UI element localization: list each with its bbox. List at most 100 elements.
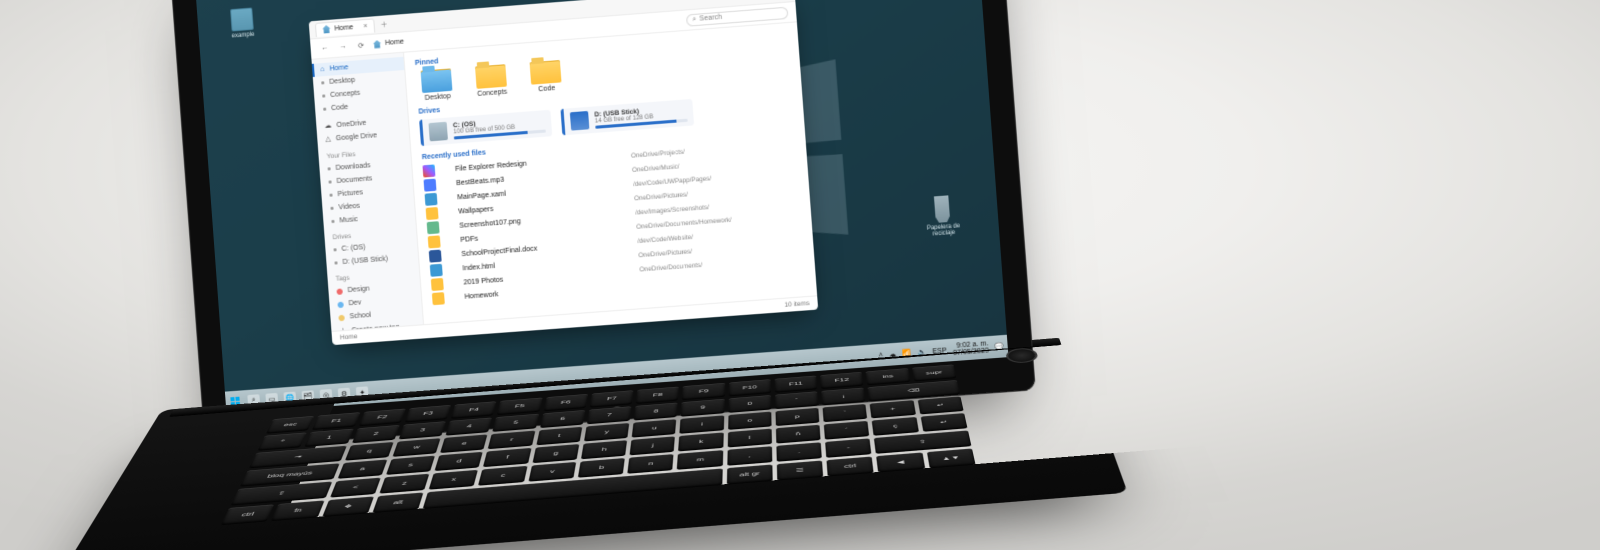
nav-back[interactable]: ← — [318, 42, 331, 55]
sidebar-item-home[interactable]: ⌂ Home — [312, 57, 405, 77]
key[interactable]: i — [680, 415, 724, 433]
key[interactable]: o — [728, 412, 772, 430]
key[interactable]: l — [727, 429, 771, 448]
key[interactable]: ç — [872, 417, 918, 436]
key[interactable]: alt gr — [726, 464, 772, 484]
tab-home[interactable]: Home × — [315, 18, 375, 37]
pinned-code[interactable]: Code — [524, 60, 567, 95]
key[interactable]: , — [727, 446, 772, 466]
sidebar-item-onedrive[interactable]: ☁ OneDrive — [316, 114, 409, 134]
breadcrumb[interactable]: Home — [373, 38, 404, 48]
key[interactable]: F7 — [590, 390, 634, 407]
key[interactable]: g — [532, 444, 579, 463]
key[interactable]: m — [677, 450, 723, 470]
power-button[interactable] — [1007, 348, 1038, 362]
recent-file-name[interactable]: Index.html — [462, 253, 626, 272]
key[interactable]: u — [632, 419, 677, 437]
key[interactable]: 2 — [351, 425, 399, 443]
key[interactable]: d — [435, 452, 484, 471]
new-tab-button[interactable]: ＋ — [380, 19, 388, 30]
recent-file-name[interactable]: SchoolProjectFinal.docx — [461, 238, 625, 257]
key[interactable]: ins — [866, 368, 910, 385]
key[interactable]: 9 — [681, 399, 724, 417]
recycle-bin[interactable]: Papelera de reciclaje — [917, 194, 969, 238]
key[interactable]: v — [528, 462, 576, 482]
key[interactable]: q — [344, 442, 393, 461]
key[interactable]: f — [483, 448, 531, 467]
key[interactable]: ↵ — [917, 396, 963, 414]
key[interactable]: ☰ — [777, 460, 824, 480]
key[interactable]: b — [578, 458, 625, 478]
key[interactable]: e — [440, 434, 488, 453]
key[interactable]: + — [870, 400, 916, 418]
key[interactable]: 8 — [634, 403, 678, 421]
key[interactable]: ñ — [776, 425, 821, 444]
key[interactable]: ` — [823, 404, 868, 422]
key[interactable]: F9 — [682, 383, 725, 400]
pinned-desktop[interactable]: Desktop — [416, 68, 459, 103]
sidebar-tag-design[interactable]: Design — [328, 279, 421, 299]
key[interactable]: k — [679, 432, 724, 451]
key[interactable]: F3 — [405, 405, 452, 423]
drive-d[interactable]: D: (USB Stick) 14 GB free of 128 GB — [560, 99, 694, 135]
key[interactable]: ↵ — [920, 413, 967, 432]
sidebar-item-code[interactable]: Code — [315, 97, 408, 117]
key[interactable]: < — [330, 478, 381, 498]
key[interactable]: h — [581, 440, 627, 459]
key[interactable]: supr — [912, 364, 957, 381]
recent-file-name[interactable]: MainPage.xaml — [457, 182, 621, 201]
key[interactable]: F12 — [820, 372, 863, 389]
key[interactable]: 4 — [446, 418, 493, 436]
recent-file-name[interactable]: PDFs — [460, 224, 624, 243]
key[interactable]: 7 — [587, 406, 632, 424]
key[interactable]: F11 — [775, 376, 818, 393]
sidebar-item-pictures[interactable]: Pictures — [321, 182, 414, 202]
key[interactable]: F5 — [497, 398, 542, 416]
key[interactable]: ´ — [824, 421, 870, 440]
key[interactable]: ¡ — [822, 388, 866, 406]
key[interactable]: w — [392, 438, 440, 457]
key[interactable]: ctrl — [221, 504, 275, 525]
key[interactable]: ❖ — [322, 496, 374, 517]
key[interactable]: x — [429, 470, 479, 490]
tab-close-icon[interactable]: × — [363, 22, 368, 29]
sidebar-item-desktop[interactable]: Desktop — [313, 70, 406, 90]
recent-file-name[interactable]: Screenshot107.png — [459, 210, 623, 229]
sidebar-item-downloads[interactable]: Downloads — [319, 156, 412, 176]
sidebar-item-c-drive[interactable]: C: (OS) — [325, 237, 418, 257]
key[interactable]: y — [584, 423, 630, 442]
key[interactable]: t — [536, 427, 582, 446]
sidebar-tag-school[interactable]: School — [330, 305, 423, 325]
nav-forward[interactable]: → — [336, 40, 349, 53]
search-input[interactable]: ⌕ Search — [686, 6, 789, 26]
key[interactable]: F1 — [312, 412, 360, 430]
recent-file-name[interactable]: Homework — [464, 281, 628, 300]
key[interactable]: c — [478, 466, 527, 486]
key[interactable]: z — [379, 474, 429, 494]
sidebar-create-tag[interactable]: ＋Create new tag — [331, 319, 424, 331]
key[interactable]: esc — [266, 416, 315, 434]
sidebar-item-music[interactable]: Music — [323, 209, 416, 229]
key[interactable]: 6 — [540, 410, 585, 428]
sidebar-item-d-drive[interactable]: D: (USB Stick) — [326, 250, 419, 270]
key[interactable]: F4 — [451, 401, 497, 419]
key[interactable]: ctrl — [827, 456, 874, 476]
key[interactable]: F10 — [729, 379, 771, 396]
desktop-shortcut[interactable]: example — [217, 6, 267, 40]
drive-c[interactable]: C: (OS) 100 GB free of 500 GB — [419, 110, 552, 146]
key[interactable]: j — [630, 436, 676, 455]
recent-file-name[interactable]: BestBeats.mp3 — [456, 167, 620, 186]
key[interactable]: p — [775, 408, 819, 426]
recent-file-name[interactable]: File Explorer Redesign — [455, 153, 619, 172]
key[interactable]: alt — [372, 492, 423, 513]
sidebar-item-documents[interactable]: Documents — [320, 169, 413, 189]
key[interactable]: 3 — [398, 421, 445, 439]
recent-file-name[interactable]: Wallpapers — [458, 196, 622, 215]
key[interactable]: ◀ — [877, 452, 925, 472]
key[interactable]: F8 — [636, 387, 679, 404]
key[interactable]: fn — [271, 500, 324, 521]
nav-refresh[interactable]: ⟳ — [355, 39, 368, 52]
key[interactable]: s — [386, 456, 435, 475]
key[interactable]: F2 — [358, 409, 405, 427]
key[interactable]: r — [488, 431, 535, 450]
